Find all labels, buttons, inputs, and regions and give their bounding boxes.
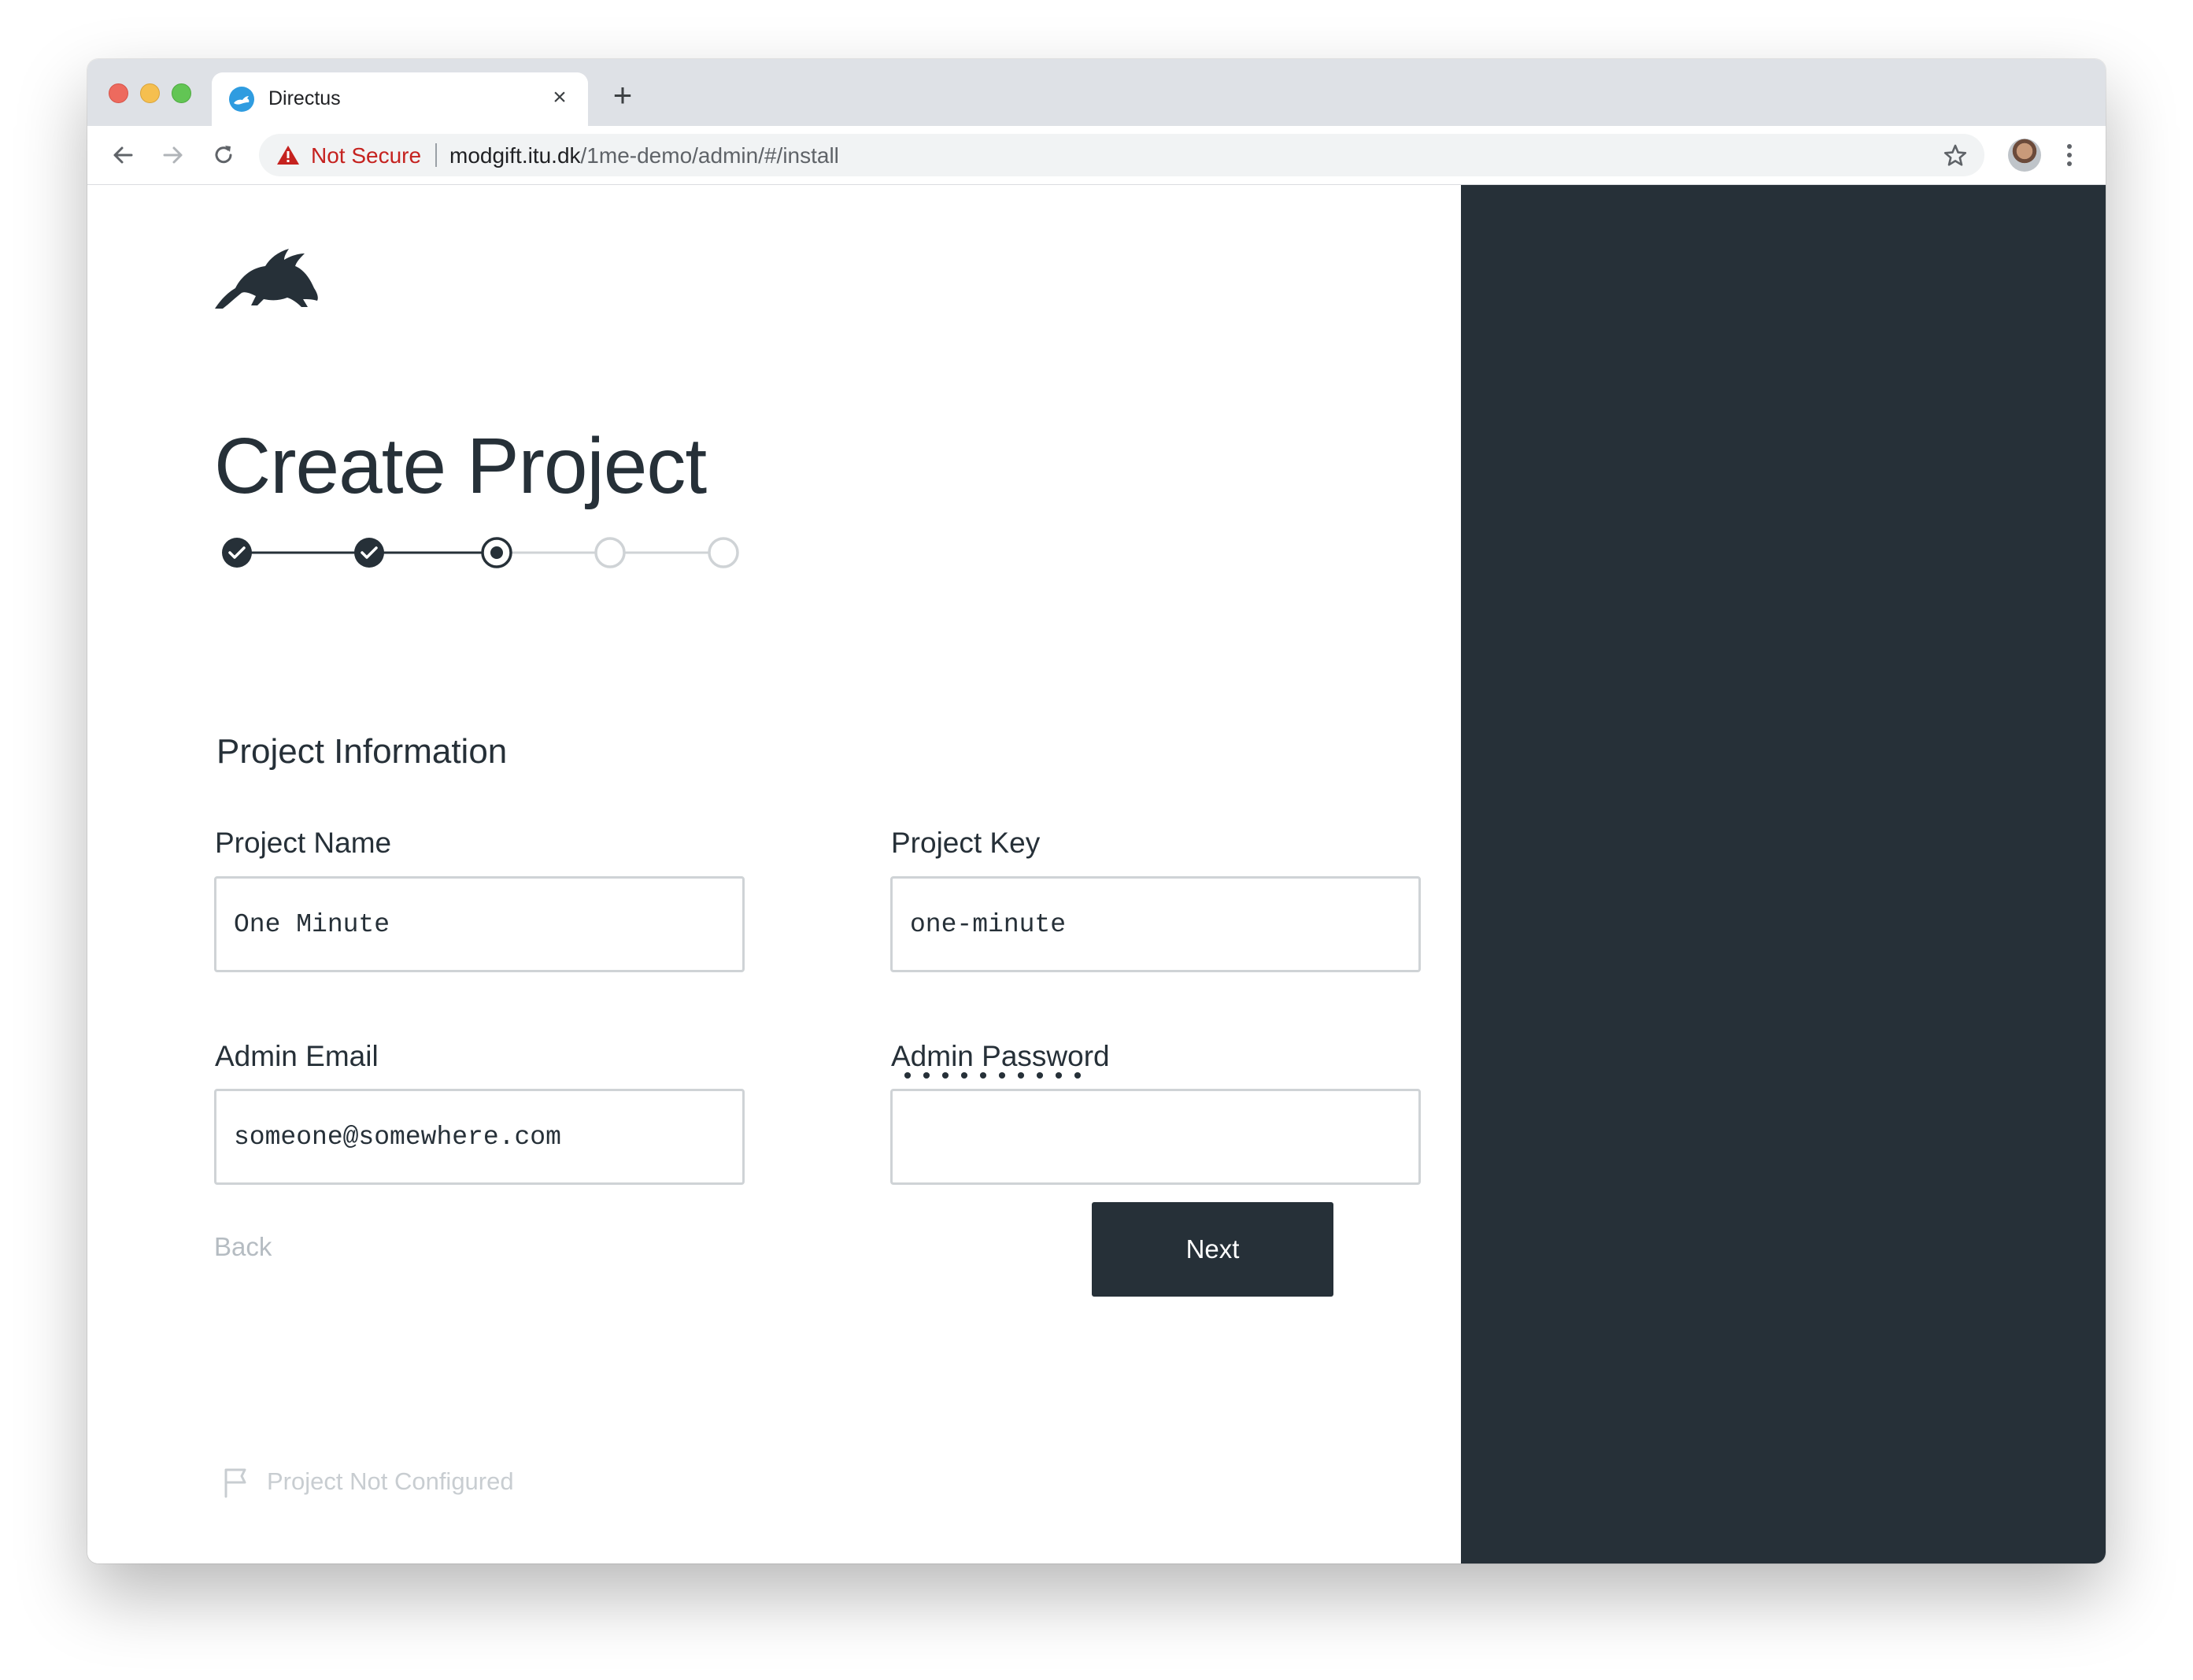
kebab-menu-icon[interactable] <box>2062 140 2077 170</box>
forward-arrow-icon[interactable] <box>158 140 188 170</box>
flag-icon <box>224 1468 246 1498</box>
star-icon[interactable] <box>1942 142 1969 169</box>
minimize-window-button[interactable] <box>140 83 160 103</box>
warning-icon <box>277 146 299 165</box>
back-button[interactable]: Back <box>214 1232 272 1262</box>
admin-password-input[interactable] <box>890 1089 1421 1185</box>
next-button[interactable]: Next <box>1092 1202 1333 1297</box>
page-title: Create Project <box>214 422 707 510</box>
close-icon[interactable]: × <box>545 83 574 112</box>
close-window-button[interactable] <box>109 83 128 103</box>
tab-strip: Directus × + <box>87 59 2106 126</box>
project-name-label: Project Name <box>215 827 392 859</box>
step-5-upcoming <box>708 537 739 568</box>
section-title: Project Information <box>216 732 508 771</box>
reload-icon[interactable] <box>209 140 239 170</box>
admin-email-label: Admin Email <box>215 1040 379 1072</box>
zoom-window-button[interactable] <box>172 83 191 103</box>
address-bar[interactable]: Not Secure modgift.itu.dk/1me-demo/admin… <box>259 134 1984 176</box>
browser-window: Directus × + Not Secure modgift.itu.dk/1… <box>87 59 2106 1563</box>
plus-icon[interactable]: + <box>607 79 638 113</box>
url-host: modgift.itu.dk <box>449 143 581 168</box>
install-page: Create Project Project Information Proje… <box>87 185 2106 1563</box>
url-text[interactable]: modgift.itu.dk/1me-demo/admin/#/install <box>449 143 839 168</box>
back-arrow-icon[interactable] <box>108 140 138 170</box>
side-panel <box>1461 185 2106 1563</box>
password-mask: •••••••••• <box>900 1064 1090 1091</box>
step-1-complete <box>222 538 252 568</box>
browser-tab[interactable]: Directus × <box>212 72 588 126</box>
status-text: Project Not Configured <box>267 1467 514 1495</box>
omnibox-divider <box>435 143 437 167</box>
step-4-upcoming <box>594 537 626 568</box>
project-name-input[interactable] <box>214 876 745 972</box>
browser-toolbar: Not Secure modgift.itu.dk/1me-demo/admin… <box>87 126 2106 185</box>
step-3-current <box>481 537 512 568</box>
step-2-complete <box>354 538 384 568</box>
progress-stepper <box>222 537 739 568</box>
security-label[interactable]: Not Secure <box>311 143 421 168</box>
project-key-input[interactable] <box>890 876 1421 972</box>
admin-email-input[interactable] <box>214 1089 745 1185</box>
url-path: /1me-demo/admin/#/install <box>580 143 839 168</box>
profile-avatar[interactable] <box>2008 139 2041 172</box>
rabbit-logo-icon <box>215 249 318 309</box>
tab-title: Directus <box>268 87 341 109</box>
directus-favicon-icon <box>229 87 254 112</box>
project-key-label: Project Key <box>891 827 1041 859</box>
